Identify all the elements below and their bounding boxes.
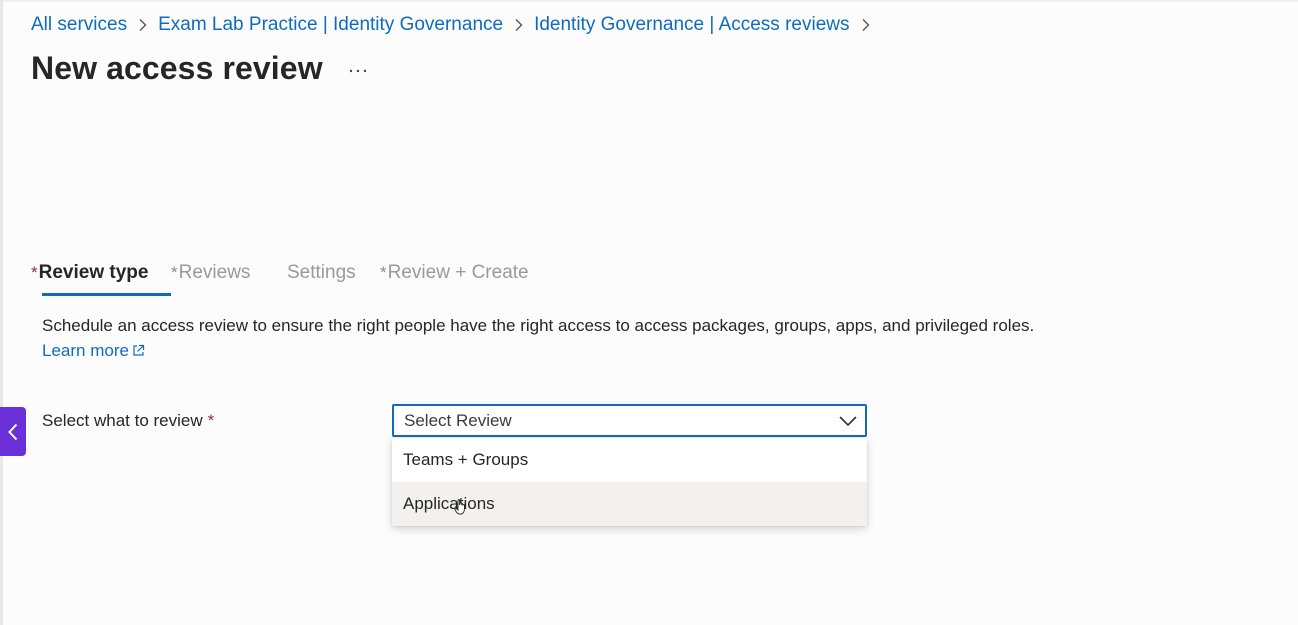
- chevron-right-icon: [850, 18, 881, 32]
- ellipsis-icon: [349, 69, 367, 73]
- chevron-right-icon: [127, 18, 158, 32]
- window-left-edge: [0, 0, 3, 625]
- tab-label: Settings: [287, 262, 356, 283]
- window-top-edge: [0, 0, 1298, 2]
- select-review-dropdown[interactable]: Select Review: [392, 404, 867, 437]
- required-marker: *: [207, 411, 215, 430]
- required-marker: *: [171, 263, 178, 282]
- learn-more-link[interactable]: Learn more: [42, 341, 145, 361]
- breadcrumb-exam-lab[interactable]: Exam Lab Practice | Identity Governance: [158, 14, 503, 36]
- chevron-right-icon: [503, 18, 534, 32]
- tab-label: Reviews: [178, 262, 251, 283]
- required-marker: *: [380, 263, 387, 282]
- wizard-tabs: *Review type *Reviews Settings *Review +…: [31, 260, 550, 296]
- learn-more-label: Learn more: [42, 341, 129, 360]
- required-marker: *: [31, 263, 38, 282]
- active-tab-indicator: [42, 293, 171, 296]
- description-text: Schedule an access review to ensure the …: [42, 316, 1035, 335]
- breadcrumb-all-services[interactable]: All services: [31, 14, 127, 36]
- collapse-panel-button[interactable]: [0, 407, 26, 456]
- tab-review-create[interactable]: *Review + Create: [380, 260, 550, 296]
- field-label-text: Select what to review: [42, 411, 203, 430]
- review-options-list: Teams + Groups Applications: [392, 438, 867, 526]
- option-teams-groups[interactable]: Teams + Groups: [392, 438, 867, 482]
- tab-label: Review type: [38, 262, 149, 283]
- select-review-value: Select Review: [404, 410, 512, 430]
- tab-label: Review + Create: [387, 262, 529, 283]
- external-link-icon: [133, 344, 145, 356]
- chevron-down-icon: [831, 415, 865, 426]
- breadcrumb-access-reviews[interactable]: Identity Governance | Access reviews: [534, 14, 849, 36]
- tab-settings[interactable]: Settings: [286, 260, 380, 296]
- select-review-label: Select what to review *: [42, 411, 214, 431]
- page-title: New access review: [31, 50, 323, 86]
- option-applications[interactable]: Applications: [392, 482, 867, 526]
- breadcrumb: All services Exam Lab Practice | Identit…: [31, 14, 881, 36]
- tab-reviews[interactable]: *Reviews: [171, 260, 286, 296]
- tab-review-type[interactable]: *Review type: [31, 260, 171, 296]
- chevron-left-icon: [8, 423, 18, 440]
- more-options-button[interactable]: [345, 58, 371, 84]
